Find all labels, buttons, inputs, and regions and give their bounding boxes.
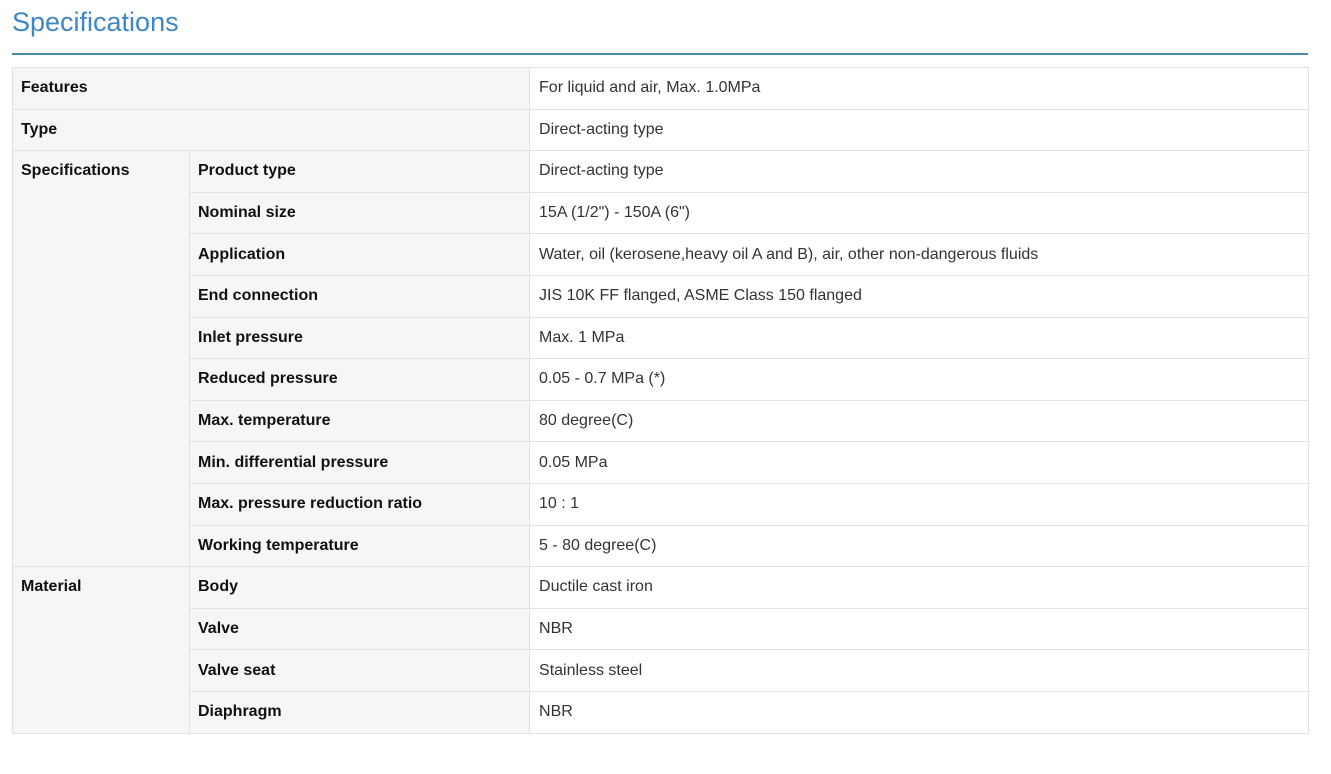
row-label: Product type [188, 150, 531, 193]
table-row: Nominal size 15A (1/2") - 150A (6") [13, 191, 1310, 235]
row-value: 0.05 MPa [529, 441, 1310, 484]
row-value: JIS 10K FF flanged, ASME Class 150 flang… [529, 274, 1310, 318]
row-value: 0.05 - 0.7 MPa (*) [529, 358, 1310, 401]
table-row: Working temperature 5 - 80 degree(C) [13, 524, 1310, 568]
row-label: End connection [188, 274, 531, 318]
row-value: Stainless steel [529, 649, 1310, 692]
row-label: Max. temperature [188, 399, 531, 443]
row-label: Features [11, 67, 531, 110]
row-label: Inlet pressure [188, 316, 531, 360]
table-row: Valve NBR [13, 607, 1310, 651]
table-row: Type Direct-acting type [11, 108, 1310, 152]
row-label: Nominal size [188, 191, 531, 235]
row-value: Ductile cast iron [529, 566, 1310, 609]
page-title: Specifications [12, 7, 179, 37]
row-value: For liquid and air, Max. 1.0MPa [529, 67, 1310, 110]
row-value: 5 - 80 degree(C) [529, 524, 1310, 568]
row-label: Min. differential pressure [188, 441, 531, 484]
table-row: Application Water, oil (kerosene,heavy o… [13, 233, 1310, 276]
table-row: Material Body Ductile cast iron [12, 566, 1310, 734]
row-value: 10 : 1 [529, 482, 1310, 526]
group-label: Material [12, 566, 190, 734]
row-label: Type [11, 108, 531, 152]
row-value: 15A (1/2") - 150A (6") [529, 191, 1310, 235]
row-label: Valve [188, 607, 531, 651]
row-label: Max. pressure reduction ratio [188, 482, 531, 526]
row-label: Diaphragm [188, 690, 531, 734]
row-value: Max. 1 MPa [529, 316, 1310, 360]
table-row: End connection JIS 10K FF flanged, ASME … [13, 274, 1310, 318]
row-value: Direct-acting type [529, 150, 1310, 193]
row-label: Valve seat [188, 649, 531, 692]
row-label: Reduced pressure [188, 358, 531, 401]
table-row: Features For liquid and air, Max. 1.0MPa [11, 67, 1310, 110]
table-row: Min. differential pressure 0.05 MPa [13, 441, 1310, 484]
row-value: Direct-acting type [529, 108, 1310, 152]
table-row: Valve seat Stainless steel [13, 649, 1310, 692]
spec-page: Specifications Features For liquid and a… [0, 0, 1331, 774]
table-row: Max. temperature 80 degree(C) [13, 399, 1310, 443]
table-row: Specifications Product type Direct-actin… [12, 150, 1310, 568]
table-row: Reduced pressure 0.05 - 0.7 MPa (*) [13, 358, 1310, 401]
row-value: NBR [529, 690, 1310, 734]
row-label: Body [188, 566, 531, 609]
row-label: Application [188, 233, 531, 276]
spec-table: Features For liquid and air, Max. 1.0MPa… [11, 67, 1310, 734]
row-label: Working temperature [188, 524, 531, 568]
table-row: Inlet pressure Max. 1 MPa [13, 316, 1310, 360]
row-value: NBR [529, 607, 1310, 651]
table-row: Diaphragm NBR [13, 690, 1310, 734]
row-value: 80 degree(C) [529, 399, 1310, 443]
group-label: Specifications [12, 150, 190, 568]
row-value: Water, oil (kerosene,heavy oil A and B),… [529, 233, 1310, 276]
title-divider [12, 53, 1308, 55]
table-row: Max. pressure reduction ratio 10 : 1 [13, 482, 1310, 526]
